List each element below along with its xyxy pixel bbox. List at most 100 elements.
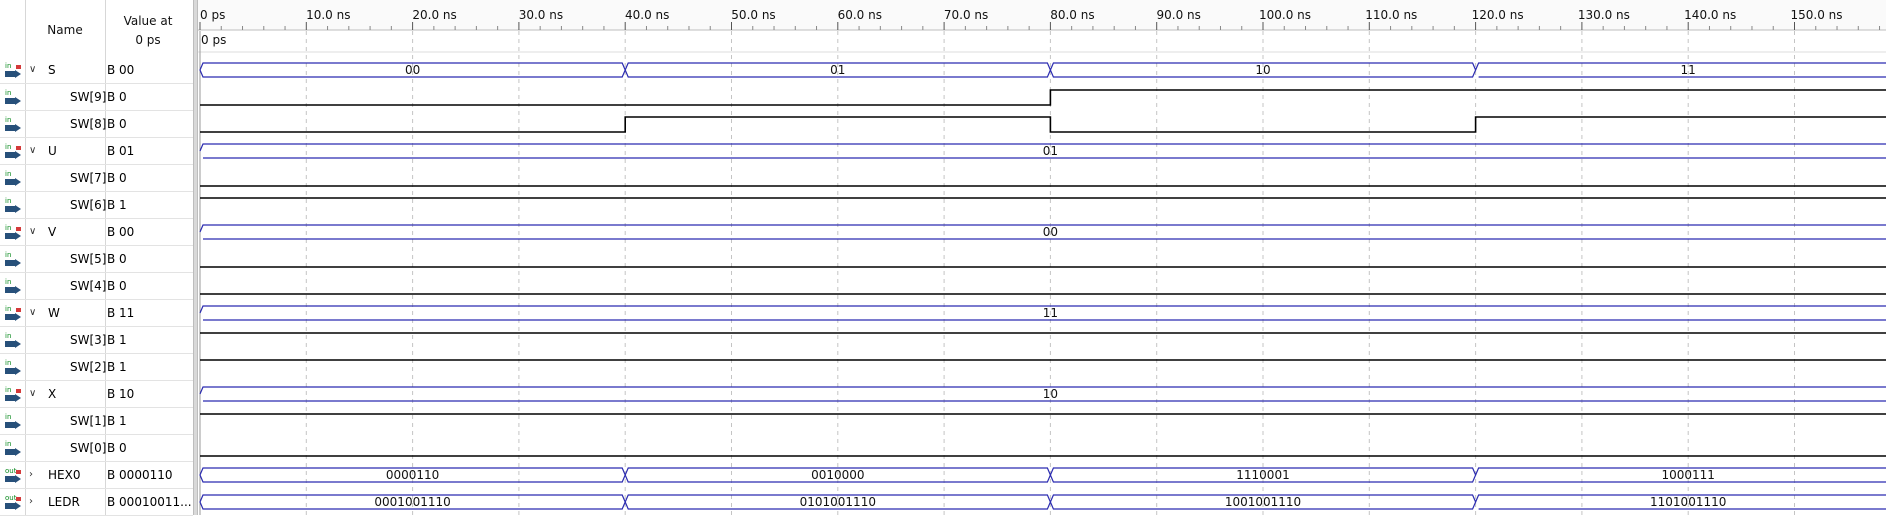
bus-value-label: 00: [405, 63, 420, 77]
signal-value: B 0000110: [107, 468, 173, 482]
svg-text:in: in: [5, 143, 11, 151]
ruler-tick-label: 10.0 ns: [306, 8, 350, 22]
ruler-tick-label: 30.0 ns: [519, 8, 563, 22]
signal-row-sw2[interactable]: in SW[2] B 1: [0, 354, 193, 381]
bus-value-label: 11: [1681, 63, 1696, 77]
input-pin-icon: in: [5, 143, 21, 159]
input-pin-icon: in: [5, 278, 21, 294]
signal-value: B 00: [107, 63, 135, 77]
signal-row-u[interactable]: in ∨ U B 01: [0, 138, 193, 165]
signal-row-x[interactable]: in ∨ X B 10: [0, 381, 193, 408]
signal-row-ledr[interactable]: out › LEDR B 00010011...: [0, 489, 193, 516]
signal-row-w[interactable]: in ∨ W B 11: [0, 300, 193, 327]
signal-row-sw1[interactable]: in SW[1] B 1: [0, 408, 193, 435]
wave-ledr[interactable]: 0001001110 0101001110 1001001110 1101001110: [199, 494, 1886, 510]
signal-name: SW[8]: [70, 117, 107, 131]
signal-name: SW[4]: [70, 279, 107, 293]
svg-text:in: in: [5, 224, 11, 232]
signal-row-sw6[interactable]: in SW[6] B 1: [0, 192, 193, 219]
chevron-right-icon[interactable]: ›: [29, 469, 33, 480]
signal-row-s[interactable]: in ∨ S B 00: [0, 57, 193, 84]
bus-value-label: 0010000: [811, 468, 864, 482]
wave-s[interactable]: 00 01 10 11: [199, 62, 1886, 78]
wave-w[interactable]: 11: [199, 305, 1886, 321]
input-pin-icon: in: [5, 116, 21, 132]
input-pin-icon: in: [5, 89, 21, 105]
svg-text:in: in: [5, 305, 11, 313]
output-pin-icon: out: [5, 467, 21, 483]
wave-v[interactable]: 00: [199, 224, 1886, 240]
signal-name: HEX0: [48, 468, 81, 482]
ruler-tick-label: 80.0 ns: [1050, 8, 1094, 22]
svg-text:out: out: [5, 494, 17, 502]
signal-value: B 1: [107, 198, 127, 212]
chevron-down-icon[interactable]: ∨: [29, 226, 36, 237]
signal-row-sw0[interactable]: in SW[0] B 0: [0, 435, 193, 462]
chevron-right-icon[interactable]: ›: [29, 496, 33, 507]
signal-name: X: [48, 387, 57, 401]
chevron-down-icon[interactable]: ∨: [29, 145, 36, 156]
svg-text:in: in: [5, 197, 11, 205]
svg-text:in: in: [5, 440, 11, 448]
ruler-tick-label: 140.0 ns: [1684, 8, 1736, 22]
signal-value: B 11: [107, 306, 135, 320]
signal-value: B 0: [107, 171, 127, 185]
ruler-tick-label: 150.0 ns: [1790, 8, 1842, 22]
input-pin-icon: in: [5, 332, 21, 348]
input-pin-icon: in: [5, 305, 21, 321]
svg-text:in: in: [5, 116, 11, 124]
bus-value-label: 00: [1043, 225, 1058, 239]
signal-row-sw5[interactable]: in SW[5] B 0: [0, 246, 193, 273]
signal-row-sw7[interactable]: in SW[7] B 0: [0, 165, 193, 192]
signal-value: B 1: [107, 414, 127, 428]
signal-name: U: [48, 144, 57, 158]
bit-waveform: [200, 116, 1886, 133]
signal-row-hex0[interactable]: out › HEX0 B 0000110: [0, 462, 193, 489]
signal-row-sw4[interactable]: in SW[4] B 0: [0, 273, 193, 300]
ruler-tick-label: 40.0 ns: [625, 8, 669, 22]
wave-u[interactable]: 01: [199, 143, 1886, 159]
signal-row-sw3[interactable]: in SW[3] B 1: [0, 327, 193, 354]
bus-value-label: 1001001110: [1225, 495, 1301, 509]
svg-text:in: in: [5, 170, 11, 178]
wave-x[interactable]: 10: [199, 386, 1886, 402]
signal-value: B 10: [107, 387, 135, 401]
chevron-down-icon[interactable]: ∨: [29, 388, 36, 399]
svg-text:in: in: [5, 386, 11, 394]
svg-text:in: in: [5, 89, 11, 97]
signal-row-v[interactable]: in ∨ V B 00: [0, 219, 193, 246]
bus-value-label: 0000110: [386, 468, 439, 482]
input-pin-icon: in: [5, 413, 21, 429]
signal-name: W: [48, 306, 60, 320]
svg-text:in: in: [5, 62, 11, 70]
ruler-tick-label: 110.0 ns: [1365, 8, 1417, 22]
signal-value: B 0: [107, 90, 127, 104]
svg-text:in: in: [5, 251, 11, 259]
wave-sw8[interactable]: [200, 116, 1886, 133]
input-pin-icon: in: [5, 440, 21, 456]
wave-sw9[interactable]: [200, 89, 1886, 106]
signal-value: B 0: [107, 441, 127, 455]
input-pin-icon: in: [5, 224, 21, 240]
svg-text:out: out: [5, 467, 17, 475]
signal-name: SW[2]: [70, 360, 107, 374]
chevron-down-icon[interactable]: ∨: [29, 64, 36, 75]
output-pin-icon: out: [5, 494, 21, 510]
chevron-down-icon[interactable]: ∨: [29, 307, 36, 318]
signal-value: B 1: [107, 360, 127, 374]
value-column-header-line1[interactable]: Value at: [105, 12, 191, 30]
ruler-tick-label: 70.0 ns: [944, 8, 988, 22]
waveform-viewer: Name Value at 0 ps in ∨ S B 00 in SW[9] B 0 in S…: [0, 0, 1886, 516]
signal-row-sw9[interactable]: in SW[9] B 0: [0, 84, 193, 111]
signal-name: SW[9]: [70, 90, 107, 104]
waveform-canvas[interactable]: 0 ps 10.0 ns 20.0 ns 30.0 ns 40.0 ns 50.0 ns 6…: [198, 0, 1886, 515]
name-column-header[interactable]: Name: [30, 21, 100, 39]
bus-value-label: 0101001110: [800, 495, 876, 509]
bus-value-label: 01: [830, 63, 845, 77]
signal-value: B 00010011...: [107, 495, 191, 509]
signal-value: B 0: [107, 117, 127, 131]
wave-hex0[interactable]: 0000110 0010000 1110001 1000111: [199, 467, 1886, 483]
bus-value-label: 1000111: [1661, 468, 1714, 482]
value-column-header-line2: 0 ps: [135, 33, 161, 47]
signal-row-sw8[interactable]: in SW[8] B 0: [0, 111, 193, 138]
